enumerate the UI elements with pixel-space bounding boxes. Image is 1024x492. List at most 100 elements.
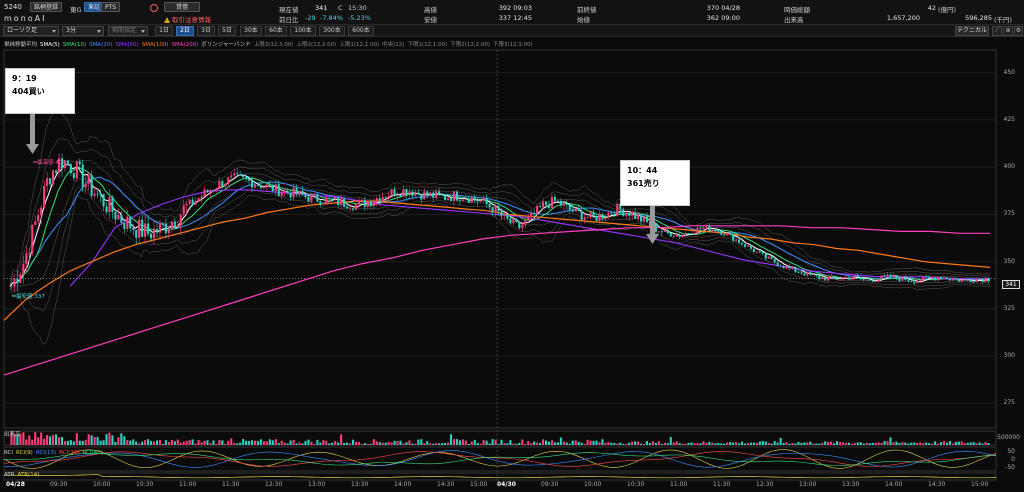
plot-area <box>3 49 997 429</box>
candle-body <box>740 242 744 245</box>
candle-body <box>132 228 135 230</box>
volume-bar <box>322 440 325 445</box>
candle-body <box>423 191 426 200</box>
volume-bar <box>838 442 842 445</box>
candle-body <box>559 200 562 206</box>
volume-bar <box>521 439 524 445</box>
volume-bar <box>435 442 438 445</box>
volume-bar <box>423 443 426 445</box>
candle-body <box>194 201 197 205</box>
volume-bar <box>87 434 90 445</box>
volume-bar <box>158 440 162 445</box>
volume-bar <box>868 443 871 445</box>
candle-body <box>218 180 221 189</box>
candle-body <box>81 164 84 188</box>
volume-bar <box>729 442 732 445</box>
candle-body <box>233 173 236 176</box>
volume-bar <box>262 441 265 445</box>
volume-bar <box>865 442 868 445</box>
candle-body <box>791 267 794 269</box>
volume-bar <box>221 440 224 445</box>
volume-bar <box>794 443 797 445</box>
volume-bar <box>518 442 521 445</box>
volume-bar <box>616 443 619 445</box>
candle-body <box>467 199 470 203</box>
candle-body <box>547 204 551 209</box>
x-tick-label: 11:00 <box>670 481 688 488</box>
volume-bar <box>200 442 203 445</box>
candle-body <box>280 192 283 196</box>
x-tick-label: 10:30 <box>136 481 154 488</box>
candle-body <box>963 279 966 281</box>
candle-body <box>215 188 218 191</box>
candle-body <box>907 280 910 282</box>
volume-bar <box>408 440 411 445</box>
y-tick-label: 275 <box>1003 399 1015 407</box>
buy-text: 404買い <box>12 87 45 96</box>
volume-bar <box>316 439 319 445</box>
candle-body <box>642 216 646 222</box>
candle-body <box>904 276 907 281</box>
candle-body <box>230 175 233 178</box>
volume-bar <box>449 434 453 445</box>
volume-bar <box>746 442 750 445</box>
volume-bar <box>773 441 776 445</box>
rci-legend-item: RCI(40) <box>82 450 103 456</box>
candle-body <box>960 279 963 282</box>
candle-body <box>19 274 22 284</box>
volume-bar <box>455 439 458 445</box>
candle-body <box>334 197 337 200</box>
candle-body <box>40 207 43 216</box>
candle-body <box>910 281 913 282</box>
volume-bar <box>96 436 99 445</box>
volume-bar <box>230 438 233 445</box>
volume-scale-label: 500000 <box>997 434 1020 441</box>
x-tick-label: 15:00 <box>470 481 488 488</box>
volume-bar <box>527 441 530 445</box>
volume-bar <box>663 442 666 445</box>
candle-body <box>604 217 607 220</box>
candle-body <box>726 233 729 236</box>
candle-body <box>369 201 372 206</box>
candle-body <box>782 266 785 269</box>
candle-body <box>877 279 880 282</box>
volume-bar <box>325 441 328 445</box>
volume-bar <box>289 440 292 445</box>
candle-body <box>684 233 687 235</box>
candle-body <box>936 277 940 281</box>
candle-body <box>268 184 271 186</box>
volume-bar <box>310 441 313 445</box>
candle-body <box>408 191 411 195</box>
volume-bar <box>812 443 815 445</box>
candle-body <box>227 177 230 184</box>
volume-bar <box>693 443 696 445</box>
volume-bar <box>844 442 848 445</box>
candle-body <box>396 195 399 196</box>
candle-body <box>117 215 120 220</box>
candle-body <box>141 219 144 237</box>
volume-bar <box>78 440 81 445</box>
candle-body <box>678 234 681 237</box>
volume-bar <box>631 441 634 445</box>
candle-body <box>34 221 37 225</box>
volume-bar <box>847 442 850 445</box>
volume-bar <box>185 440 188 445</box>
candle-body <box>883 275 886 277</box>
volume-bar <box>797 441 800 445</box>
volume-bar <box>788 443 791 445</box>
volume-bar <box>384 442 387 445</box>
candle-body <box>586 217 589 218</box>
volume-bar <box>544 440 548 445</box>
volume-bar <box>800 442 803 445</box>
volume-bar <box>806 442 809 445</box>
candle-body <box>331 198 334 200</box>
candle-body <box>170 221 173 229</box>
candle-body <box>25 253 28 264</box>
price-chart[interactable] <box>0 0 1024 492</box>
volume-bar <box>123 436 126 445</box>
volume-bar <box>161 443 164 445</box>
volume-bar <box>485 440 488 445</box>
volume-bar <box>259 439 262 445</box>
y-tick-label: 425 <box>1003 115 1015 123</box>
candle-body <box>785 266 788 269</box>
